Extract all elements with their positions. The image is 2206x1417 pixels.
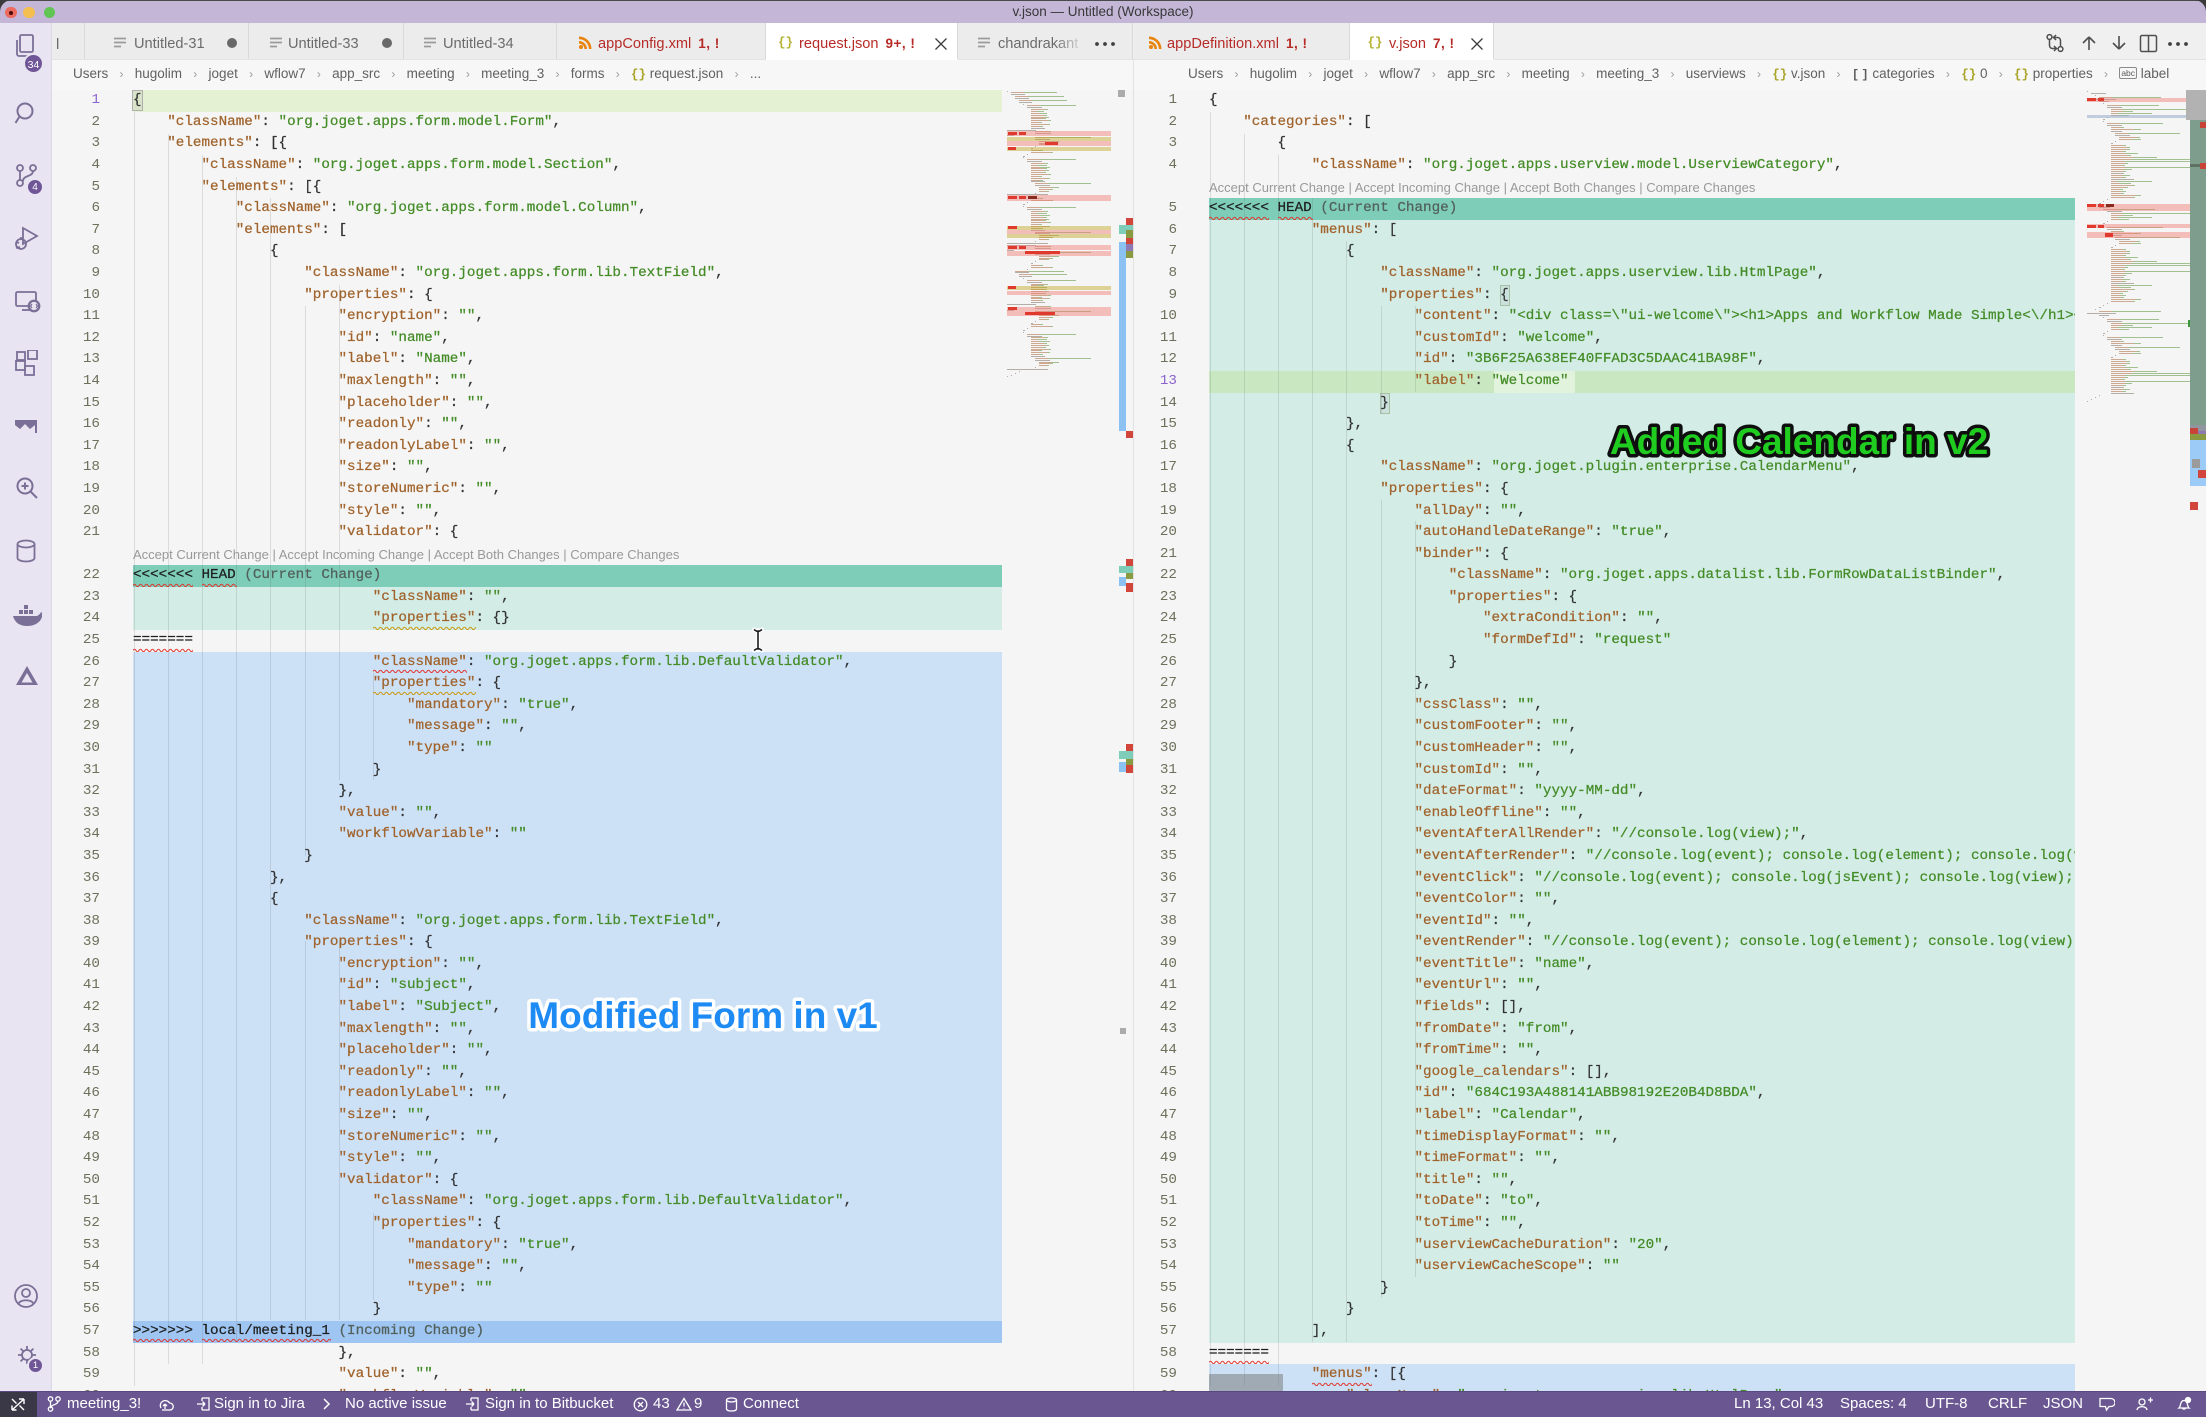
svg-text:Modified Form in v1: Modified Form in v1 <box>528 995 877 1036</box>
svg-text:Added Calendar in v2: Added Calendar in v2 <box>1610 421 1988 462</box>
